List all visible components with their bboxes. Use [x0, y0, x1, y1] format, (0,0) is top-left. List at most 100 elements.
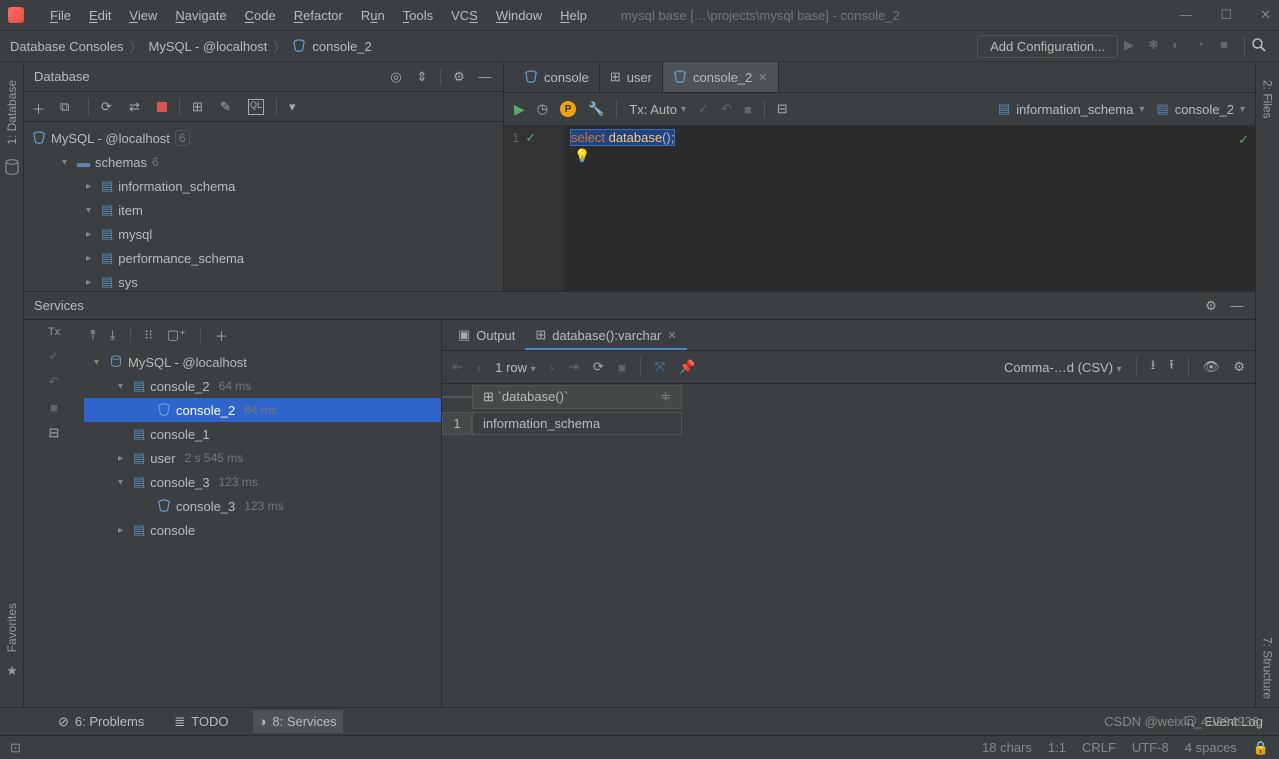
rollback-icon[interactable]: ↶	[49, 374, 60, 390]
close-tab-icon[interactable]: ✕	[758, 71, 767, 84]
row-count[interactable]: 1 row ▾	[495, 360, 535, 375]
result-grid[interactable]: ⊞ `database()` ≑ 1 information_schema	[442, 384, 1255, 707]
history-icon[interactable]: ◷	[537, 101, 548, 117]
status-indent[interactable]: 4 spaces	[1185, 740, 1237, 755]
favorites-toolwindow-tab[interactable]: Favorites ★	[3, 595, 21, 679]
table-icon[interactable]: ⊞	[192, 99, 208, 115]
gear-icon[interactable]: ⚙	[1203, 298, 1219, 314]
stop-icon[interactable]: ■	[744, 102, 752, 117]
services-tree-item[interactable]: console_3123 ms	[84, 494, 441, 518]
layout-icon[interactable]: ⊟	[777, 101, 788, 117]
gear-icon[interactable]: ⚙	[451, 69, 467, 85]
services-tree-item[interactable]: ▤console_1	[84, 422, 441, 446]
tree-schema-item[interactable]: ▸▤information_schema	[24, 174, 503, 198]
database-toolwindow-tab[interactable]: 1: Database	[3, 72, 21, 153]
stop-icon[interactable]: ■	[50, 400, 58, 415]
tree-schema-item[interactable]: ▸▤mysql	[24, 222, 503, 246]
result-tab[interactable]: ⊞ database():varchar ✕	[525, 322, 686, 350]
gear-icon[interactable]: ⚙	[1233, 359, 1245, 375]
menu-window[interactable]: Window	[490, 6, 548, 25]
explain-icon[interactable]: P	[560, 101, 576, 117]
intention-bulb-icon[interactable]: 💡	[574, 148, 590, 164]
stop-icon[interactable]: ■	[1220, 37, 1238, 55]
add-icon[interactable]: ＋	[215, 326, 228, 345]
menu-code[interactable]: Code	[239, 6, 282, 25]
status-encoding[interactable]: UTF-8	[1132, 740, 1169, 755]
commit-icon[interactable]: ✓	[49, 348, 60, 364]
services-tree-item[interactable]: ▸▤console	[84, 518, 441, 542]
lock-icon[interactable]: 🔒	[1253, 740, 1269, 756]
copy-icon[interactable]: ⧉	[60, 99, 76, 115]
menu-navigate[interactable]: Navigate	[169, 6, 232, 25]
menu-file[interactable]: File	[44, 6, 77, 25]
stop-icon[interactable]	[157, 102, 167, 112]
hide-icon[interactable]: —	[477, 69, 493, 85]
services-tree-item[interactable]: console_264 ms	[84, 398, 441, 422]
tree-schema-item[interactable]: ▸▤sys	[24, 270, 503, 291]
stop-icon[interactable]: ■	[618, 360, 626, 375]
tx-mode-dropdown[interactable]: Tx: Auto ▾	[629, 102, 686, 117]
first-page-icon[interactable]: ⇤	[452, 359, 463, 375]
pin-icon[interactable]: 📌	[679, 359, 695, 375]
problems-tab[interactable]: ⊘6: Problems	[52, 710, 150, 734]
menu-edit[interactable]: Edit	[83, 6, 117, 25]
editor-tab-console[interactable]: console	[514, 62, 600, 92]
todo-tab[interactable]: ≣TODO	[168, 710, 234, 734]
session-selector[interactable]: ▤ console_2 ▾	[1156, 101, 1245, 117]
minimize-button[interactable]: —	[1179, 7, 1192, 23]
menu-run[interactable]: Run	[355, 6, 391, 25]
reload-icon[interactable]: ⟳	[593, 359, 604, 375]
breadcrumb-root[interactable]: Database Consoles	[10, 39, 123, 54]
sync-icon[interactable]: ⇄	[129, 99, 145, 115]
structure-toolwindow-tab[interactable]: 7: Structure	[1259, 629, 1277, 707]
last-page-icon[interactable]: ⇥	[568, 359, 579, 375]
tree-datasource[interactable]: MySQL - @localhost 6	[24, 126, 503, 150]
tree-schemas[interactable]: ▾ ▬ schemas 6	[24, 150, 503, 174]
wrench-icon[interactable]: 🔧	[588, 101, 604, 117]
run-icon[interactable]: ▶	[1124, 37, 1142, 55]
collapse-icon[interactable]: ⇕	[414, 69, 430, 85]
collapse-icon[interactable]: ⤓	[110, 327, 116, 343]
breadcrumb-console[interactable]: console_2	[292, 39, 371, 54]
edit-icon[interactable]: ✎	[220, 99, 236, 115]
target-icon[interactable]: ◎	[388, 69, 404, 85]
services-tree-item[interactable]: ▾MySQL - @localhost	[84, 350, 441, 374]
breadcrumb-db[interactable]: MySQL - @localhost	[148, 39, 267, 54]
upload-icon[interactable]: ⭱	[1169, 356, 1174, 378]
editor-tab-user[interactable]: ⊞ user	[600, 62, 663, 92]
prev-page-icon[interactable]: ‹	[477, 360, 481, 375]
status-crlf[interactable]: CRLF	[1082, 740, 1116, 755]
window-icon[interactable]: ⊡	[10, 740, 21, 756]
services-tab[interactable]: ◑8: Services	[253, 710, 343, 733]
profiler-icon[interactable]: ◔	[1196, 37, 1214, 55]
expand-icon[interactable]: ⤒	[90, 327, 96, 343]
add-row-icon[interactable]: ⤧	[655, 359, 665, 375]
download-icon[interactable]: ⭳	[1151, 356, 1156, 378]
tree-schema-item[interactable]: ▾▤item	[24, 198, 503, 222]
services-tree-item[interactable]: ▸▤user2 s 545 ms	[84, 446, 441, 470]
search-icon[interactable]	[1251, 37, 1269, 55]
run-button[interactable]: ▶	[514, 101, 525, 118]
menu-tools[interactable]: Tools	[397, 6, 439, 25]
hide-icon[interactable]: —	[1229, 298, 1245, 314]
status-pos[interactable]: 1:1	[1048, 740, 1066, 755]
layout-icon[interactable]: ⊟	[49, 425, 60, 441]
add-configuration-button[interactable]: Add Configuration...	[977, 35, 1118, 58]
rollback-icon[interactable]: ↶	[721, 101, 732, 117]
maximize-button[interactable]: ☐	[1220, 7, 1232, 23]
commit-icon[interactable]: ✓	[698, 101, 709, 117]
tree-schema-item[interactable]: ▸▤performance_schema	[24, 246, 503, 270]
column-header[interactable]: ⊞ `database()` ≑	[472, 385, 682, 409]
services-tree-item[interactable]: ▾▤console_3123 ms	[84, 470, 441, 494]
code-editor[interactable]: 1 ✓ select database(); 💡 ✓	[504, 126, 1255, 291]
services-tree-item[interactable]: ▾▤console_264 ms	[84, 374, 441, 398]
filter-icon[interactable]: ▾	[289, 99, 305, 115]
next-page-icon[interactable]: ›	[550, 360, 554, 375]
cell[interactable]: information_schema	[472, 412, 682, 435]
sql-icon[interactable]: QL	[248, 99, 264, 115]
view-icon[interactable]: 👁	[1203, 359, 1220, 375]
add-icon[interactable]: ＋	[32, 99, 48, 115]
filter-icon[interactable]: ▢⁺	[167, 327, 186, 343]
menu-refactor[interactable]: Refactor	[288, 6, 349, 25]
coverage-icon[interactable]: ◐	[1172, 37, 1190, 55]
